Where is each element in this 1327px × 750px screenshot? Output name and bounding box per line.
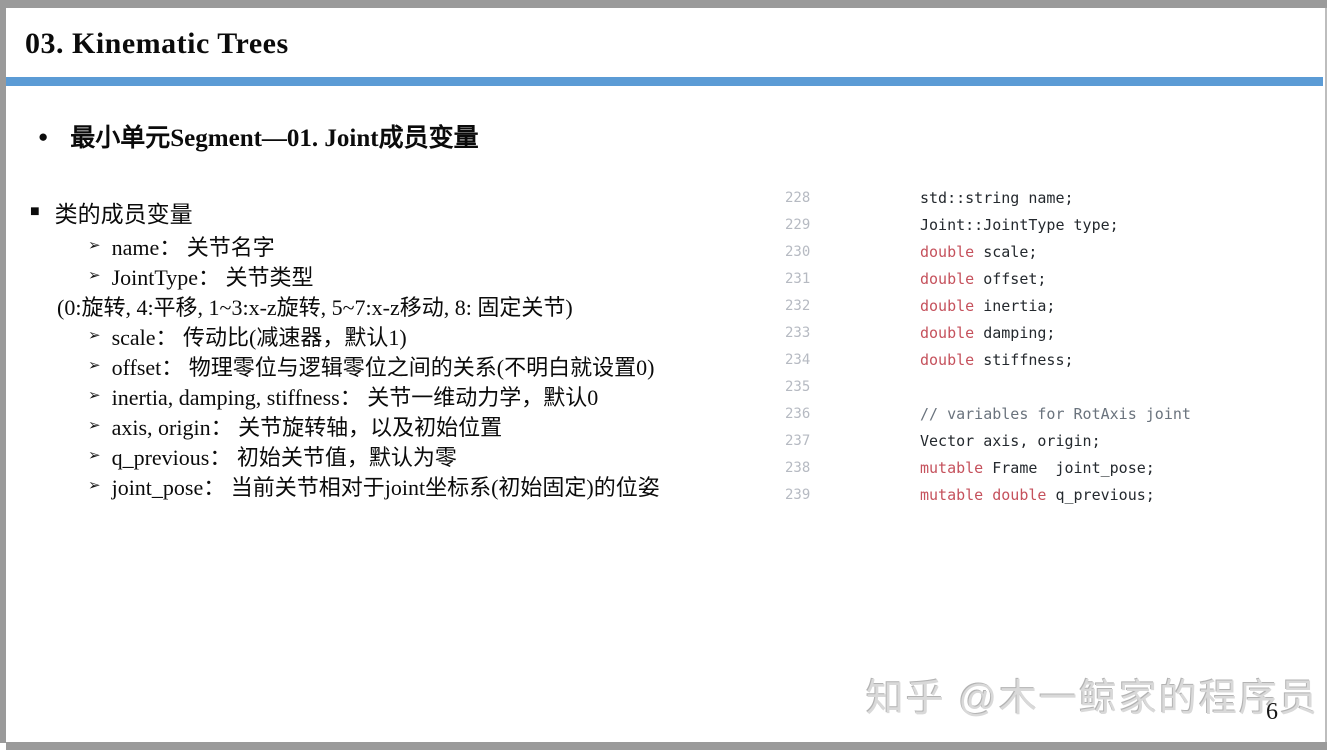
code-line-text: double inertia; — [920, 296, 1056, 315]
code-line: 232 double inertia; — [785, 292, 1191, 319]
page-number: 6 — [1266, 699, 1278, 725]
code-line: 230 double scale; — [785, 238, 1191, 265]
list-item-text: inertia, damping, stiffness： 关节一维动力学，默认0 — [111, 385, 599, 410]
code-line: 237 Vector axis, origin; — [785, 427, 1191, 454]
arrow-bullet-icon: ➢ — [88, 447, 101, 464]
code-line-number: 235 — [785, 378, 811, 395]
subsection-heading-label: 类的成员变量 — [54, 202, 193, 227]
list-item: ➢ offset： 物理零位与逻辑零位之间的关系(不明白就设置0) — [88, 351, 660, 381]
code-line: 234 double stiffness; — [785, 346, 1191, 373]
arrow-bullet-icon: ➢ — [88, 357, 101, 374]
code-line-text: mutable Frame joint_pose; — [920, 458, 1155, 477]
code-line: 236 // variables for RotAxis joint — [785, 400, 1191, 427]
list-item-continuation: (0:旋转, 4:平移, 1~3:x-z旋转, 5~7:x-z移动, 8: 固定… — [57, 291, 660, 321]
code-line-number: 229 — [785, 216, 811, 233]
list-item: ➢ name： 关节名字 — [88, 231, 660, 261]
arrow-bullet-icon: ➢ — [88, 327, 101, 344]
list-item-text: offset： 物理零位与逻辑零位之间的关系(不明白就设置0) — [111, 355, 655, 380]
slide-title: 03. Kinematic Trees — [25, 27, 289, 60]
section-heading-label: 最小单元Segment—01. Joint成员变量 — [70, 125, 479, 152]
slide-border-top — [0, 0, 1327, 8]
code-line-number: 237 — [785, 432, 811, 449]
list-item: ➢ JointType： 关节类型 — [88, 261, 660, 291]
circle-bullet-icon: ● — [38, 126, 49, 146]
code-line: 231 double offset; — [785, 265, 1191, 292]
code-line-number: 238 — [785, 459, 811, 476]
square-bullet-icon: ■ — [30, 203, 40, 220]
slide: 03. Kinematic Trees ● 最小单元Segment—01. Jo… — [0, 0, 1327, 750]
arrow-bullet-icon: ➢ — [88, 387, 101, 404]
list-item-text: (0:旋转, 4:平移, 1~3:x-z旋转, 5~7:x-z移动, 8: 固定… — [57, 295, 573, 320]
list-item-text: name： 关节名字 — [111, 235, 275, 260]
list-item-text: axis, origin： 关节旋转轴，以及初始位置 — [111, 415, 503, 440]
code-line-text: mutable double q_previous; — [920, 485, 1155, 504]
code-line-text: // variables for RotAxis joint — [920, 404, 1191, 423]
code-line-text: double scale; — [920, 242, 1038, 261]
code-line-text: double offset; — [920, 269, 1047, 288]
code-line-text: double damping; — [920, 323, 1056, 342]
subsection-heading: ■ 类的成员变量 — [30, 195, 193, 229]
member-variable-list: ➢ name： 关节名字 ➢ JointType： 关节类型 (0:旋转, 4:… — [57, 231, 660, 501]
list-item-text: scale： 传动比(减速器，默认1) — [111, 325, 407, 350]
list-item: ➢ q_previous： 初始关节值，默认为零 — [88, 441, 660, 471]
code-line-text: std::string name; — [920, 188, 1074, 207]
list-item: ➢ inertia, damping, stiffness： 关节一维动力学，默… — [88, 381, 660, 411]
code-line: 228 std::string name; — [785, 184, 1191, 211]
arrow-bullet-icon: ➢ — [88, 477, 101, 494]
code-line-text: Joint::JointType type; — [920, 215, 1119, 234]
code-block: 228 std::string name;229 Joint::JointType … — [785, 184, 1191, 508]
code-line: 233 double damping; — [785, 319, 1191, 346]
slide-border-bottom — [6, 742, 1327, 750]
code-line: 235 — [785, 373, 1191, 400]
list-item: ➢ axis, origin： 关节旋转轴，以及初始位置 — [88, 411, 660, 441]
code-line-number: 232 — [785, 297, 811, 314]
code-line-text: double stiffness; — [920, 350, 1074, 369]
code-line-number: 233 — [785, 324, 811, 341]
code-line-number: 231 — [785, 270, 811, 287]
code-line-number: 230 — [785, 243, 811, 260]
slide-border-left — [0, 8, 6, 743]
section-heading: ● 最小单元Segment—01. Joint成员变量 — [38, 118, 479, 154]
arrow-bullet-icon: ➢ — [88, 237, 101, 254]
code-line: 238 mutable Frame joint_pose; — [785, 454, 1191, 481]
list-item: ➢ joint_pose： 当前关节相对于joint坐标系(初始固定)的位姿 — [88, 471, 660, 501]
list-item-text: q_previous： 初始关节值，默认为零 — [111, 445, 457, 470]
code-line: 239 mutable double q_previous; — [785, 481, 1191, 508]
list-item-text: JointType： 关节类型 — [111, 265, 314, 290]
watermark: 知乎 @木一鲸家的程序员 — [865, 678, 1319, 720]
code-line-text: Vector axis, origin; — [920, 431, 1101, 450]
code-line-number: 236 — [785, 405, 811, 422]
code-line-number: 228 — [785, 189, 811, 206]
list-item-text: joint_pose： 当前关节相对于joint坐标系(初始固定)的位姿 — [111, 475, 660, 500]
code-line-number: 239 — [785, 486, 811, 503]
list-item: ➢ scale： 传动比(减速器，默认1) — [88, 321, 660, 351]
code-line-number: 234 — [785, 351, 811, 368]
title-divider — [6, 77, 1323, 86]
arrow-bullet-icon: ➢ — [88, 267, 101, 284]
code-line: 229 Joint::JointType type; — [785, 211, 1191, 238]
arrow-bullet-icon: ➢ — [88, 417, 101, 434]
